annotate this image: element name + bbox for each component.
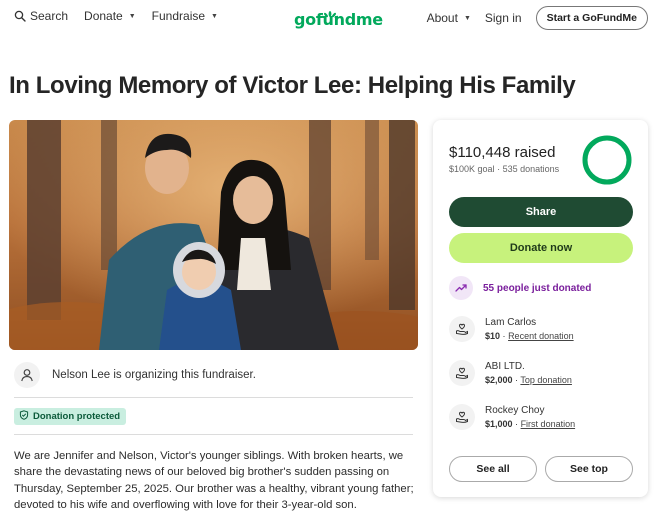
search-link[interactable]: Search xyxy=(14,9,68,23)
top-nav: Search Donate ▼ Fundraise ▼ gofundme Abo… xyxy=(0,0,660,36)
heart-hand-icon xyxy=(449,360,475,386)
separator: · xyxy=(515,375,519,385)
about-menu[interactable]: About ▼ xyxy=(427,11,471,25)
nav-right: About ▼ Sign in Start a GoFundMe xyxy=(427,6,648,30)
about-menu-label: About xyxy=(426,11,458,25)
donor-tag-link[interactable]: Top donation xyxy=(520,375,572,385)
trending-up-icon xyxy=(449,276,473,300)
shield-check-icon xyxy=(19,410,29,423)
start-gofundme-button[interactable]: Start a GoFundMe xyxy=(535,6,648,30)
sprout-icon xyxy=(321,5,339,23)
fundraise-menu-label: Fundraise xyxy=(151,9,206,23)
donor-row: ABI LTD. $2,000 · Top donation xyxy=(449,360,572,386)
fundraise-menu[interactable]: Fundraise ▼ xyxy=(152,9,218,23)
heart-hand-icon xyxy=(449,404,475,430)
raised-amount: $110,448 xyxy=(449,144,511,161)
donate-menu[interactable]: Donate ▼ xyxy=(84,9,136,23)
progress-ring xyxy=(581,134,633,191)
donor-amount: $1,000 xyxy=(485,419,513,429)
donation-protected-label: Donation protected xyxy=(33,411,121,422)
gofundme-logo[interactable]: gofundme xyxy=(294,5,383,29)
donor-name: Lam Carlos xyxy=(485,317,537,328)
just-donated-text: 55 people just donated xyxy=(483,282,592,294)
fundraiser-photo[interactable] xyxy=(9,120,418,350)
goal-summary: $100K goal · 535 donations xyxy=(449,164,559,174)
chevron-down-icon: ▼ xyxy=(128,12,136,20)
search-label: Search xyxy=(30,9,69,23)
see-all-button[interactable]: See all xyxy=(449,456,537,482)
divider xyxy=(14,434,413,435)
heart-hand-icon xyxy=(449,316,475,342)
see-top-button[interactable]: See top xyxy=(545,456,633,482)
donor-amount: $2,000 xyxy=(485,375,513,385)
donor-row: Lam Carlos $10 · Recent donation xyxy=(449,316,574,342)
donor-detail: $1,000 · First donation xyxy=(485,419,575,429)
separator: · xyxy=(515,419,519,429)
donor-tag-link[interactable]: Recent donation xyxy=(508,331,574,341)
divider xyxy=(14,397,413,398)
sign-in-label: Sign in xyxy=(484,11,522,25)
raised-word: raised xyxy=(514,144,556,161)
nav-left: Search Donate ▼ Fundraise ▼ xyxy=(14,9,234,23)
donor-info: Rockey Choy $1,000 · First donation xyxy=(485,405,575,429)
organizer-text: Nelson Lee is organizing this fundraiser… xyxy=(52,369,256,381)
amount-raised: $110,448 raised xyxy=(449,144,555,161)
donor-info: Lam Carlos $10 · Recent donation xyxy=(485,317,574,341)
donor-detail: $2,000 · Top donation xyxy=(485,375,572,385)
person-icon xyxy=(14,362,40,388)
chevron-down-icon: ▼ xyxy=(211,12,218,20)
donation-count: 535 donations xyxy=(502,164,560,174)
share-button[interactable]: Share xyxy=(449,197,633,227)
donor-name: Rockey Choy xyxy=(485,405,545,416)
sign-in-link[interactable]: Sign in xyxy=(485,11,522,25)
logo-text: gofundme xyxy=(294,10,383,29)
organizer-row: Nelson Lee is organizing this fundraiser… xyxy=(14,362,414,388)
search-icon xyxy=(14,10,26,22)
donation-card: $110,448 raised $100K goal · 535 donatio… xyxy=(433,120,648,497)
donor-tag-link[interactable]: First donation xyxy=(521,419,576,429)
donor-detail: $10 · Recent donation xyxy=(485,331,574,341)
donor-name: ABI LTD. xyxy=(485,361,525,372)
page-title: In Loving Memory of Victor Lee: Helping … xyxy=(9,72,576,99)
separator: · xyxy=(497,164,501,174)
story-text: We are Jennifer and Nelson, Victor's you… xyxy=(14,450,414,512)
separator: · xyxy=(502,331,506,341)
donate-menu-label: Donate xyxy=(84,9,123,23)
chevron-down-icon: ▼ xyxy=(463,14,471,22)
just-donated-row: 55 people just donated xyxy=(449,276,591,300)
goal-text: $100K goal xyxy=(449,164,495,174)
donor-info: ABI LTD. $2,000 · Top donation xyxy=(485,361,572,385)
donate-now-button[interactable]: Donate now xyxy=(449,233,633,263)
donation-protected-badge[interactable]: Donation protected xyxy=(14,408,127,425)
donor-amount: $10 xyxy=(485,331,501,341)
donor-row: Rockey Choy $1,000 · First donation xyxy=(449,404,575,430)
